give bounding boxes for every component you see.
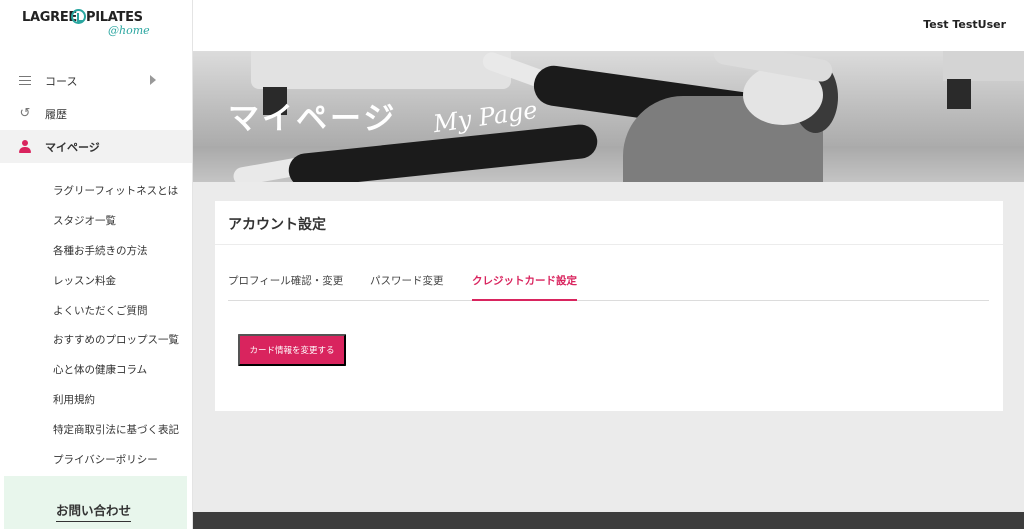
card-divider <box>215 244 1003 245</box>
sublink-studios[interactable]: スタジオ一覧 <box>0 206 192 236</box>
sublink-about[interactable]: ラグリーフィットネスとは <box>0 176 192 206</box>
brand-logo-left: LAGREE <box>22 10 77 25</box>
sidebar-item-course[interactable]: コース <box>0 64 192 97</box>
tab-profile[interactable]: プロフィール確認・変更 <box>228 273 343 301</box>
sidebar-sublinks: ラグリーフィットネスとは スタジオ一覧 各種お手続きの方法 レッスン料金 よくい… <box>0 176 192 474</box>
brand-logo-mark-icon <box>71 9 86 24</box>
account-settings-card: アカウント設定 プロフィール確認・変更 パスワード変更 クレジットカード設定 カ… <box>215 201 1003 411</box>
sidebar-item-history[interactable]: ↺ 履歴 <box>0 97 192 130</box>
sublink-terms[interactable]: 利用規約 <box>0 385 192 415</box>
page-title: マイページ <box>228 101 398 137</box>
brand-logo[interactable]: LAGREE PILATES @home <box>22 9 152 40</box>
page-footer <box>193 512 1024 529</box>
user-name[interactable]: Test TestUser <box>923 18 1006 31</box>
user-icon <box>18 140 32 154</box>
tab-password[interactable]: パスワード変更 <box>370 273 444 301</box>
tab-credit-card[interactable]: クレジットカード設定 <box>472 273 577 301</box>
change-card-button[interactable]: カード情報を変更する <box>238 334 346 366</box>
sublink-privacy[interactable]: プライバシーポリシー <box>0 444 192 474</box>
chevron-right-icon <box>150 75 156 85</box>
sidebar-nav: コース ↺ 履歴 マイページ <box>0 64 192 163</box>
contact-button[interactable]: お問い合わせ <box>4 476 187 529</box>
hero-photo-sofa <box>251 51 511 89</box>
brand-logo-right: PILATES <box>86 10 143 25</box>
sidebar-item-label: マイページ <box>45 140 100 154</box>
sublink-column[interactable]: 心と体の健康コラム <box>0 355 192 385</box>
menu-icon <box>18 74 32 88</box>
hero-photo-sofa-right <box>943 51 1024 81</box>
brand-logo-tag: @home <box>108 24 150 37</box>
sublink-commerce-law[interactable]: 特定商取引法に基づく表記 <box>0 414 192 444</box>
sidebar-item-mypage[interactable]: マイページ <box>0 130 192 163</box>
top-bar: Test TestUser <box>193 0 1024 51</box>
hero-banner: マイページ My Page <box>193 51 1024 182</box>
card-title: アカウント設定 <box>228 217 326 233</box>
sidebar-item-label: 履歴 <box>45 107 67 121</box>
hero-photo-sofa-right-leg <box>947 79 971 109</box>
sidebar: LAGREE PILATES @home コース ↺ 履歴 マイページ ラグリー… <box>0 0 193 529</box>
sublink-pricing[interactable]: レッスン料金 <box>0 265 192 295</box>
contact-label: お問い合わせ <box>56 500 132 522</box>
settings-tabs: プロフィール確認・変更 パスワード変更 クレジットカード設定 <box>228 263 989 301</box>
sublink-props[interactable]: おすすめのプロップス一覧 <box>0 325 192 355</box>
sidebar-item-label: コース <box>45 74 78 88</box>
history-icon: ↺ <box>19 106 31 121</box>
sublink-procedures[interactable]: 各種お手続きの方法 <box>0 236 192 266</box>
sublink-faq[interactable]: よくいただくご質問 <box>0 295 192 325</box>
